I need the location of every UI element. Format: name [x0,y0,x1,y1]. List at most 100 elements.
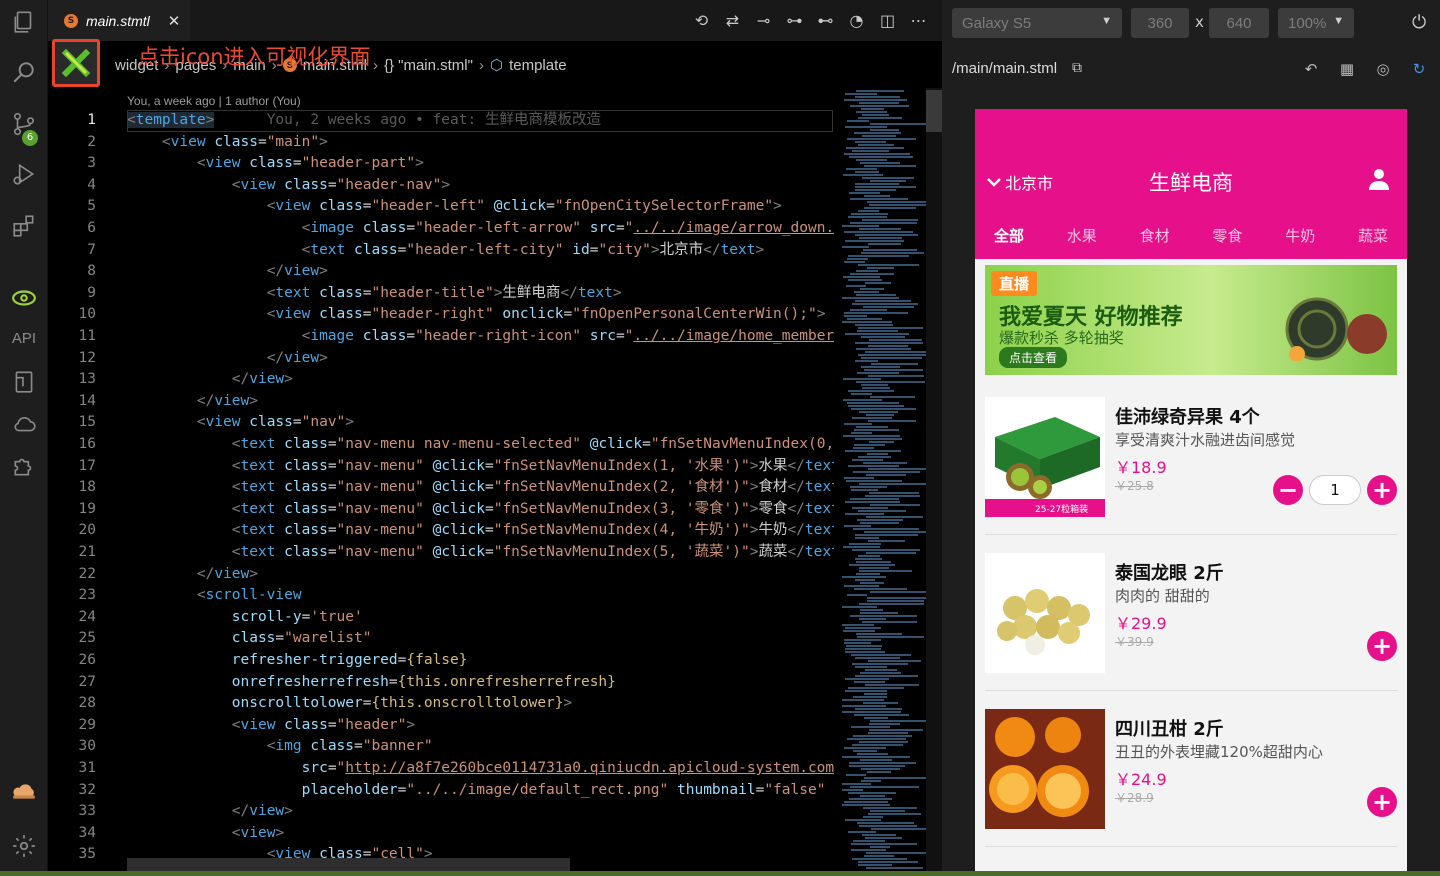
timeline-icon[interactable]: ◔ [847,8,866,32]
search-icon[interactable] [8,56,40,88]
kiwi-product-image [985,397,1105,517]
product-item[interactable]: 泰国龙眼 2斤 肉肉的 甜甜的 ￥29.9 ￥39.9 + [985,535,1397,691]
settings-gear-icon[interactable] [8,830,40,862]
qr-code-icon[interactable]: ▦ [1336,58,1358,80]
height-input[interactable]: 640 [1209,8,1269,38]
width-input[interactable]: 360 [1131,8,1189,38]
vertical-scrollbar[interactable] [926,88,942,876]
extensions-icon[interactable] [8,210,40,242]
promo-banner[interactable]: 直播 我爱夏天 好物推荐 爆款秒杀 多轮抽奖 点击查看 [985,265,1397,375]
compare-changes-icon[interactable]: ⇄ [723,8,742,32]
user-icon[interactable] [1367,167,1391,191]
minimap-line [844,423,872,425]
api-panel-label[interactable]: API [0,330,48,347]
quantity-value[interactable]: 1 [1309,475,1361,505]
minimap-line [862,114,889,116]
next-change-icon[interactable]: ⊷ [816,8,835,32]
power-icon[interactable]: ⏻ [1412,12,1426,33]
zoom-select[interactable]: 100% ▼ [1278,8,1354,38]
cloud-icon[interactable] [8,408,40,440]
visual-editor-button[interactable] [52,39,100,87]
split-editor-icon[interactable]: ◫ [878,8,897,32]
minimap-line [862,219,918,221]
codelens-blame[interactable]: You, a week ago | 1 author (You) [127,94,301,108]
minimap-line [863,702,898,704]
nav-milk[interactable]: 牛奶 [1285,225,1315,246]
more-actions-icon[interactable]: ⋯ [909,8,928,32]
accounts-cloud-icon[interactable] [8,774,40,806]
longan-product-image [985,553,1105,673]
nav-ingredients[interactable]: 食材 [1140,225,1170,246]
code-line: 28 onscrolltolower={this.onscrolltolower… [78,695,573,712]
minimap-line [859,825,917,827]
minimap-line [844,747,886,749]
minimap-line [864,369,923,371]
puzzle-icon[interactable] [8,450,40,482]
minimap-line [846,285,866,287]
minimap-line [852,663,908,665]
minimap-line [851,489,878,491]
inspect-icon[interactable]: ◎ [1372,58,1394,80]
annotation-text: 点击icon进入可视化界面 [138,45,371,69]
minimap-line [855,171,879,173]
product-name: 佳沛绿奇异果 4个 [1115,407,1260,428]
simulator-tools: ↶ ▦ ◎ ↻ [1300,58,1430,80]
minimap-line [845,450,901,452]
plus-button[interactable]: + [1367,787,1397,817]
crumb-template[interactable]: template [509,57,567,74]
minimap-line [862,621,917,623]
product-item[interactable]: 25-27粒箱装 佳沛绿奇异果 4个 享受清爽汁水融进齿间感觉 ￥18.9 ￥2… [985,379,1397,535]
minimap-line [866,852,935,854]
minimap-line [844,525,871,527]
nav-all[interactable]: 全部 [994,225,1024,246]
crumb-json[interactable]: {} "main.stml" [384,57,473,74]
minimap-line [855,300,911,302]
minimap-line [851,432,872,434]
code-editor[interactable]: 1 <template> You, 2 weeks ago • feat: 生鲜电… [48,110,834,876]
minimap-line [844,315,867,317]
plus-button[interactable]: + [1367,475,1397,505]
run-debug-icon[interactable] [8,158,40,190]
explorer-icon[interactable] [8,6,40,38]
minimap-line [864,717,888,719]
copy-icon[interactable]: ⧉ [1072,60,1082,76]
banner-view-button[interactable]: 点击查看 [999,347,1068,368]
code-line: 27 onrefresherrefresh={this.onrefresherr… [78,673,616,690]
minimap-line [861,384,888,386]
close-icon[interactable]: ✕ [168,12,181,30]
device-icon[interactable] [8,366,40,398]
back-icon[interactable]: ↶ [1300,58,1322,80]
minimap-line [847,738,906,740]
stml-file-icon: S [64,13,78,28]
minimap-line [857,636,924,638]
quantity-stepper: − 1 + [1273,475,1397,505]
minus-button[interactable]: − [1273,475,1303,505]
product-price: ￥29.9 [1115,614,1167,633]
product-price: ￥24.9 [1115,770,1167,789]
tab-label: main.stmtl [86,12,150,29]
minimap-line [845,648,881,650]
nav-fruit[interactable]: 水果 [1067,225,1097,246]
previous-change-icon[interactable]: ⊶ [785,8,804,32]
minimap-line [862,177,914,179]
horizontal-scrollbar[interactable] [127,858,570,872]
tab-main-stml[interactable]: S main.stmtl ✕ [48,0,190,41]
minimap-line [856,426,888,428]
history-icon[interactable]: ⟲ [692,8,711,32]
minimap-line [846,168,877,170]
nav-snacks[interactable]: 零食 [1212,225,1242,246]
product-name: 泰国龙眼 2斤 [1115,563,1224,584]
nav-vegetables[interactable]: 蔬菜 [1358,225,1388,246]
plus-button[interactable]: + [1367,631,1397,661]
preview-eye-icon[interactable] [8,282,40,314]
minimap[interactable] [838,88,938,876]
scrollbar-thumb[interactable] [926,90,942,132]
git-commit-icon[interactable]: ⊸ [754,8,773,32]
device-select[interactable]: Galaxy S5 ▼ [952,8,1122,38]
product-item[interactable]: 四川丑柑 2斤 丑丑的外表埋藏120%超甜内心 ￥24.9 ￥28.9 + [985,691,1397,847]
minimap-line [843,399,882,401]
code-line: 8 </view> [87,263,328,280]
minimap-line [853,750,877,752]
refresh-icon[interactable]: ↻ [1408,58,1430,80]
product-price: ￥18.9 [1115,458,1167,477]
